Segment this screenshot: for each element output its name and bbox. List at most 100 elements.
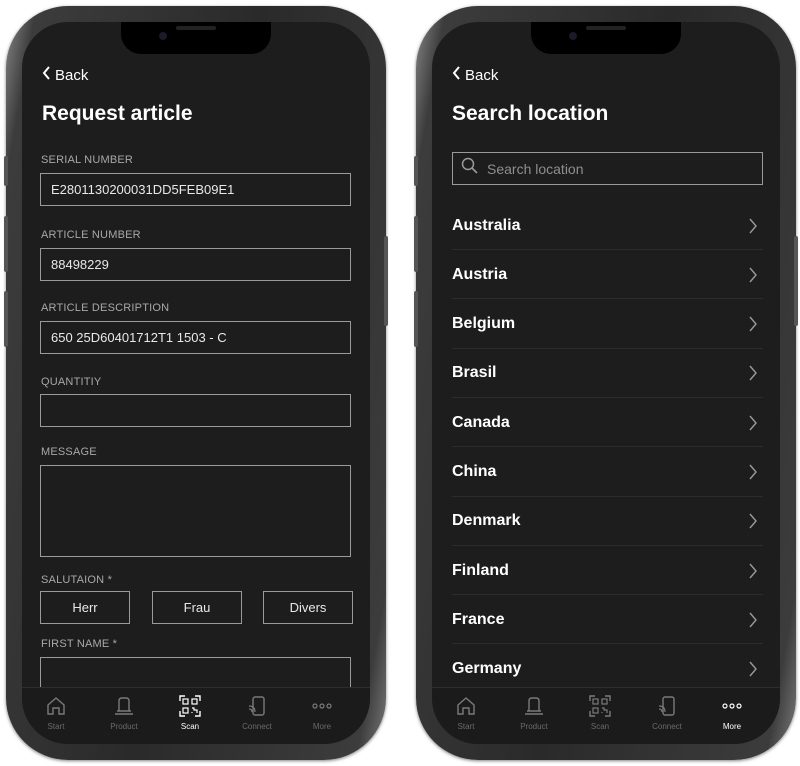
search-location-screen: Back Search location Search location Aus… (432, 22, 780, 744)
chevron-right-icon (743, 363, 763, 383)
salutation-label: SALUTAION * (41, 574, 113, 586)
page-title: Request article (42, 102, 193, 125)
tab-product[interactable]: Product (504, 694, 564, 731)
back-button[interactable]: Back (452, 66, 498, 84)
chevron-right-icon (743, 265, 763, 285)
chevron-left-icon (452, 66, 461, 84)
tab-label: More (722, 722, 742, 731)
home-icon (436, 694, 496, 718)
mute-switch (414, 156, 418, 186)
chevron-right-icon (743, 511, 763, 531)
list-item[interactable]: Belgium (452, 301, 763, 349)
list-item[interactable]: Denmark (452, 498, 763, 546)
volume-up-button (414, 216, 418, 272)
chevron-right-icon (743, 610, 763, 630)
country-name: Austria (452, 265, 508, 283)
list-item[interactable]: China (452, 449, 763, 497)
article-number-field[interactable]: 88498229 (40, 248, 351, 281)
power-button (794, 236, 798, 326)
serial-number-field[interactable]: E2801130200031DD5FEB09E1 (40, 173, 351, 206)
tab-label: Product (110, 722, 138, 731)
qr-scan-icon (570, 694, 630, 718)
tab-bar: Start Product Scan Connect More (432, 687, 780, 744)
list-item[interactable]: Austria (452, 251, 763, 300)
notch (531, 22, 681, 54)
message-field[interactable] (40, 465, 351, 557)
list-item[interactable]: France (452, 596, 763, 645)
tab-connect[interactable]: Connect (637, 694, 697, 731)
first-name-label: FIRST NAME * (41, 638, 118, 650)
volume-up-button (4, 216, 8, 272)
tab-label: Connect (652, 722, 682, 731)
list-item[interactable]: Canada (452, 399, 763, 448)
notch (121, 22, 271, 54)
country-name: Denmark (452, 512, 521, 530)
salutation-divers-button[interactable]: Divers (263, 591, 353, 624)
chevron-right-icon (743, 462, 763, 482)
back-label: Back (55, 66, 89, 84)
tab-more[interactable]: More (702, 694, 762, 731)
home-icon (26, 694, 86, 718)
product-icon (504, 694, 564, 718)
tab-scan[interactable]: Scan (570, 694, 630, 731)
country-name: China (452, 463, 497, 480)
salutation-herr-button[interactable]: Herr (40, 591, 130, 624)
country-name: Canada (452, 413, 510, 431)
chevron-left-icon (42, 66, 51, 84)
tab-product[interactable]: Product (94, 694, 154, 731)
country-name: Brasil (452, 364, 497, 382)
tab-start[interactable]: Start (436, 694, 496, 731)
mute-switch (4, 156, 8, 186)
tab-label: Start (457, 722, 475, 731)
country-name: Finland (452, 561, 509, 579)
tab-connect[interactable]: Connect (227, 694, 287, 731)
list-item[interactable]: Brasil (452, 350, 763, 398)
tab-start[interactable]: Start (26, 694, 86, 731)
chevron-right-icon (743, 413, 763, 433)
salutation-frau-button[interactable]: Frau (152, 591, 242, 624)
chevron-right-icon (743, 659, 763, 679)
request-article-screen: Back Request article SERIAL NUMBER E2801… (22, 22, 370, 744)
product-icon (94, 694, 154, 718)
volume-down-button (414, 291, 418, 347)
tab-bar: Start Product Scan Connect More (22, 687, 370, 744)
back-label: Back (465, 66, 499, 84)
message-label: MESSAGE (41, 446, 97, 458)
quantity-label: QUANTITIY (41, 376, 102, 388)
phone-connect-icon (227, 694, 287, 718)
search-placeholder: Search location (487, 160, 584, 177)
qr-scan-icon (160, 694, 220, 718)
tab-label: Product (520, 722, 548, 731)
tab-scan[interactable]: Scan (160, 694, 220, 731)
serial-number-label: SERIAL NUMBER (41, 154, 134, 166)
country-name: Germany (452, 660, 522, 678)
chevron-right-icon (743, 561, 763, 581)
tab-label: Scan (590, 722, 610, 731)
phone-connect-icon (637, 694, 697, 718)
tab-more[interactable]: More (292, 694, 352, 731)
tab-label: Scan (180, 722, 200, 731)
tab-label: Start (47, 722, 65, 731)
article-description-label: ARTICLE DESCRIPTION (41, 302, 170, 314)
tab-label: More (312, 722, 332, 731)
country-name: Australia (452, 216, 521, 234)
tab-label: Connect (242, 722, 272, 731)
first-name-field[interactable] (40, 657, 351, 690)
chevron-right-icon (743, 314, 763, 334)
power-button (384, 236, 388, 326)
more-icon (702, 694, 762, 718)
article-number-label: ARTICLE NUMBER (41, 229, 141, 241)
list-item[interactable]: Australia (452, 202, 763, 250)
article-description-field[interactable]: 650 25D60401712T1 1503 - C (40, 321, 351, 354)
phone-right: Back Search location Search location Aus… (414, 6, 798, 760)
list-item[interactable]: Finland (452, 547, 763, 596)
phone-left: Back Request article SERIAL NUMBER E2801… (4, 6, 388, 760)
search-icon (461, 157, 479, 180)
page-title: Search location (452, 102, 609, 125)
search-input[interactable]: Search location (452, 152, 763, 185)
back-button[interactable]: Back (42, 66, 88, 84)
volume-down-button (4, 291, 8, 347)
more-icon (292, 694, 352, 718)
country-name: France (452, 610, 505, 628)
quantity-field[interactable] (40, 394, 351, 427)
